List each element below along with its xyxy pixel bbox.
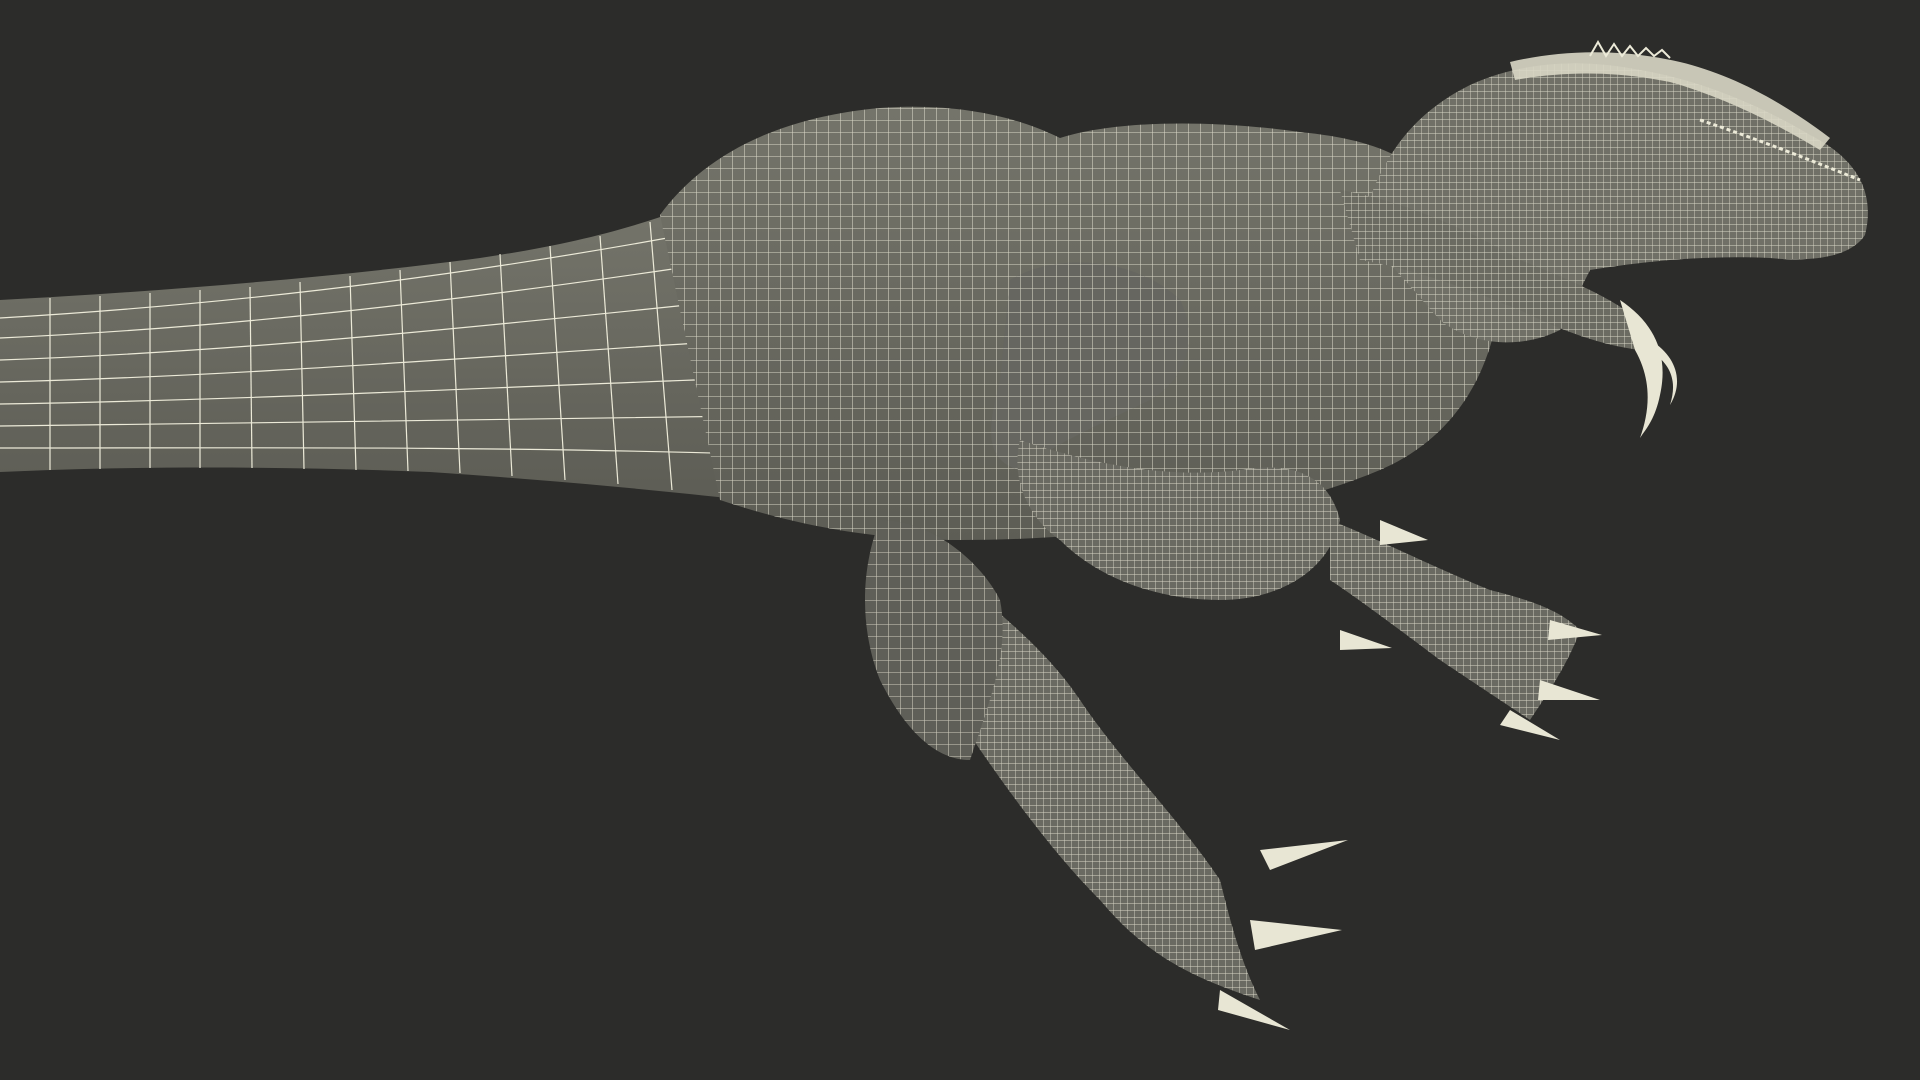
- wireframe-render: [0, 39, 1868, 1030]
- extended-foot: [1330, 520, 1602, 740]
- toe-claw-7: [1250, 920, 1342, 950]
- toe-claw-6: [1260, 840, 1348, 870]
- toe-claw-1: [1548, 620, 1602, 640]
- toe-claw-2: [1538, 680, 1600, 700]
- render-viewport: [0, 0, 1920, 1080]
- toe-claw-4: [1380, 520, 1428, 545]
- hand-claw-1: [1620, 300, 1663, 438]
- toe-claw-5: [1340, 630, 1392, 650]
- tail: [0, 210, 760, 500]
